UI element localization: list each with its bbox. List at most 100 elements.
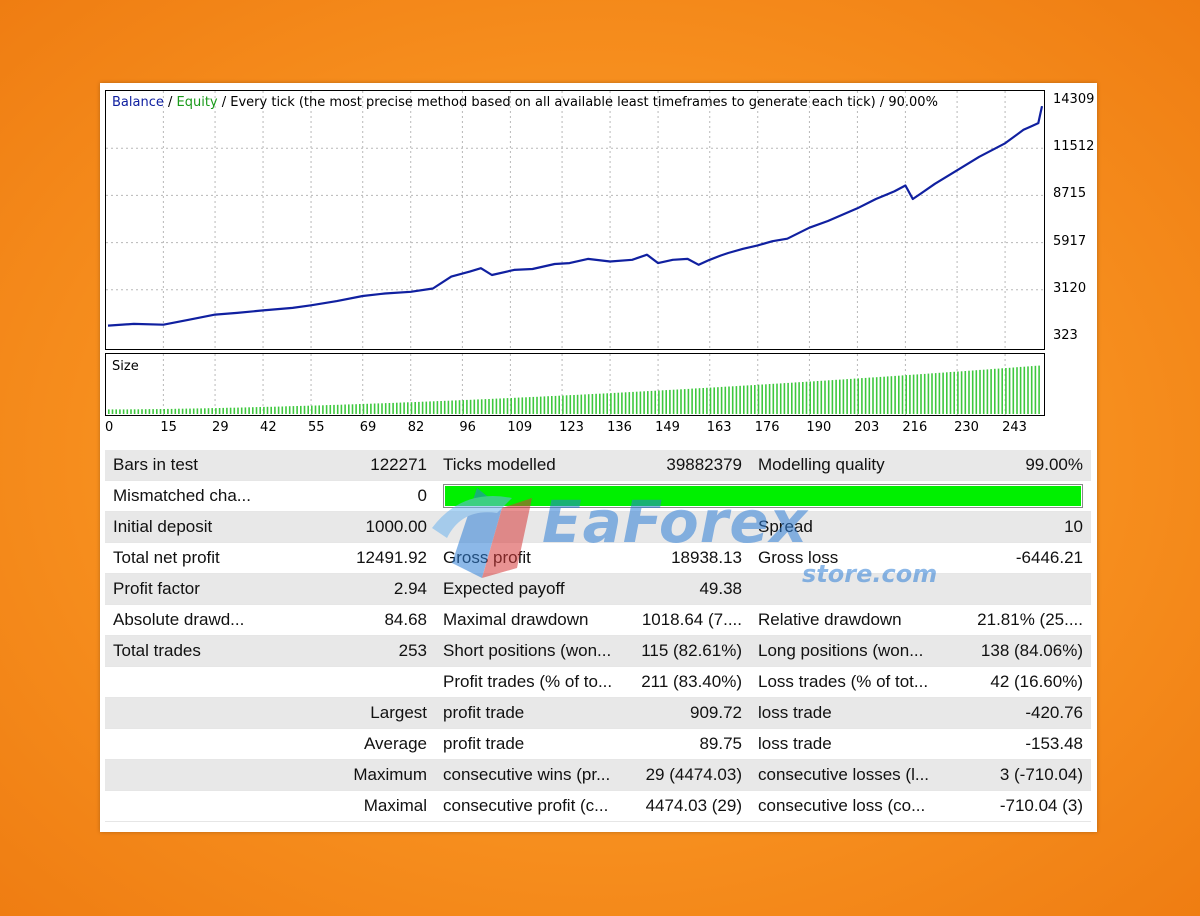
size-bar [994,368,996,414]
size-bar [765,384,767,414]
size-bar [373,403,376,414]
stats-cell: Bars in test [105,450,338,481]
size-bar [735,386,738,414]
size-bar [469,399,472,414]
size-bar [551,396,553,414]
size-bar [133,409,136,414]
size-bar [473,399,476,414]
size-bar [857,378,859,414]
size-bar [1016,367,1018,414]
stats-cell: consecutive wins (pr... [435,759,633,791]
size-bar [901,375,904,414]
size-bar [392,402,394,414]
size-bar [750,385,752,414]
stats-cell [105,666,338,698]
size-bar [362,403,365,414]
size-bar [311,405,313,414]
size-bar [890,376,893,414]
size-bar [565,395,568,414]
size-bar [1019,366,1022,414]
size-bar [229,407,232,414]
size-bar [805,381,808,414]
size-bar [920,374,922,414]
size-bar [647,391,649,414]
size-bar [728,386,730,414]
size-bar [204,408,206,414]
size-bar [1001,368,1003,414]
size-bar [477,399,479,414]
size-bar [1008,367,1011,414]
stats-cell: 39882379 [633,450,750,481]
size-bar [274,406,276,414]
size-bar [292,406,295,414]
size-bar [576,394,579,414]
size-bar [861,378,863,414]
size-bar [584,394,586,414]
stats-cell: profit trade [435,697,633,729]
size-bar [429,401,431,414]
size-bar [440,401,442,414]
stats-cell: 0 [338,480,435,512]
size-bar [115,409,117,414]
stats-cell: Expected payoff [435,573,633,605]
stats-cell: consecutive loss (co... [750,790,950,822]
size-bar [768,384,771,414]
stats-cell: Total net profit [105,542,338,574]
size-bar [1012,367,1015,414]
size-bar [396,402,398,414]
stats-cell: loss trade [750,697,950,729]
size-bar [480,399,483,414]
size-bar [333,404,335,414]
size-bar [130,409,132,414]
balance-line [107,105,1044,327]
size-bar [731,386,734,414]
size-bar [495,398,498,414]
modelling-progress-fill [445,486,1081,506]
size-bar [196,408,199,414]
size-bar [946,372,948,414]
size-bar [639,391,642,414]
stats-cell [633,511,750,543]
size-bar [547,396,549,414]
size-bar [366,403,368,414]
size-bar [410,402,413,414]
size-bar [399,402,402,414]
legend-description: / Every tick (the most precise method ba… [217,95,938,110]
size-bar [539,396,542,414]
stats-cell: 122271 [338,450,435,481]
size-bar [909,374,911,414]
size-bar [344,404,346,414]
size-bar [388,403,391,414]
x-tick-label: 109 [507,420,533,435]
x-tick-label: 55 [308,420,325,435]
size-bar [717,387,719,414]
stats-cell [750,573,950,605]
x-tick-label: 149 [655,420,680,435]
size-bar [739,385,741,414]
size-bar [683,389,686,414]
size-bar [503,398,505,414]
size-bar [743,385,745,414]
size-bar [108,409,110,414]
legend-equity: Equity [176,95,218,110]
size-bar [791,382,793,414]
size-bar [602,393,605,414]
legend-balance: Balance [112,95,164,110]
x-tick-label: 123 [559,420,584,435]
stats-cell: 84.68 [338,604,435,636]
size-bar [883,376,885,414]
stats-cell: 29 (4474.03) [633,759,750,791]
x-tick-label: 15 [160,420,177,435]
stats-cell: Gross profit [435,542,633,574]
stats-cell: Spread [750,511,950,543]
size-bar [1038,365,1040,414]
stats-cell: Maximal drawdown [435,604,633,636]
stats-cell [105,728,338,760]
size-bar [185,408,188,414]
stats-row: Mismatched cha... 0 [105,480,1091,512]
size-bar [159,409,162,414]
stats-cell: Profit factor [105,573,338,605]
size-bar [872,377,874,414]
size-bar [1030,366,1033,414]
size-bar [211,408,213,414]
